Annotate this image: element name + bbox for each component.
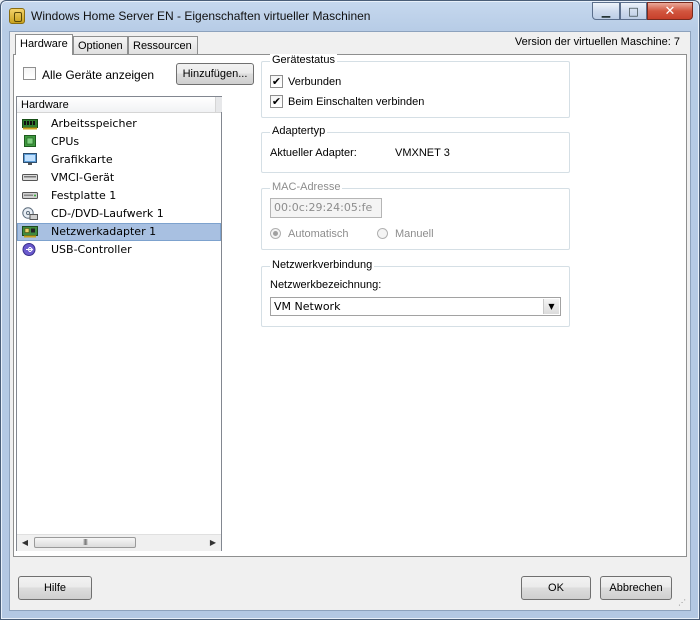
mac-address-group: MAC-Adresse 00:0c:29:24:05:fe Automatisc… [261,181,570,250]
cpu-icon [24,135,36,147]
memory-icon [22,119,38,130]
mac-address-legend: MAC-Adresse [270,181,343,193]
network-adapter-icon [22,226,38,238]
minimize-button[interactable]: ▁ [592,2,620,20]
list-item-arbeitsspeicher[interactable]: Arbeitsspeicher [17,115,221,133]
horizontal-scrollbar[interactable]: ◀ III ▶ [17,534,221,551]
vmci-device-icon [22,174,38,181]
window-title: Windows Home Server EN - Eigenschaften v… [31,9,371,23]
minimize-icon: ▁ [601,4,611,18]
device-status-group: Gerätestatus ✔ Verbunden ✔ Beim Einschal… [261,54,570,118]
ok-button[interactable]: OK [521,576,591,600]
list-item-festplatte[interactable]: Festplatte 1 [17,187,221,205]
usb-icon [22,243,36,256]
list-item-label: VMCI-Gerät [51,171,115,184]
monitor-icon [23,153,37,165]
dialog-window: Windows Home Server EN - Eigenschaften v… [0,0,700,620]
tab-options[interactable]: Optionen [73,36,128,54]
hard-disk-icon [22,192,38,199]
list-item-netzwerkadapter[interactable]: Netzwerkadapter 1 [17,223,221,241]
checkmark-icon: ✔ [271,75,282,88]
list-item-label: CPUs [51,135,80,148]
tab-hardware[interactable]: Hardware [15,34,73,55]
close-icon: ✕ [664,3,676,19]
cd-dvd-drive-icon [22,207,38,220]
connected-checkbox[interactable]: ✔ [270,75,283,88]
tab-resources[interactable]: Ressourcen [128,36,198,54]
show-all-devices-label[interactable]: Alle Geräte anzeigen [42,68,154,82]
scroll-right-arrow-icon[interactable]: ▶ [208,538,218,548]
vm-version-label: Version der virtuellen Maschine: 7 [514,36,680,48]
network-label-value: VM Network [274,300,341,313]
title-bar[interactable]: Windows Home Server EN - Eigenschaften v… [1,1,699,31]
mac-auto-radio [270,228,281,239]
network-connection-group: Netzwerkverbindung Netzwerkbezeichnung: … [261,259,570,327]
adapter-type-legend: Adaptertyp [270,125,328,137]
list-item-grafikkarte[interactable]: Grafikkarte [17,151,221,169]
hardware-column-label: Hardware [21,99,69,111]
connect-on-power-checkbox[interactable]: ✔ [270,95,283,108]
mac-manual-radio [377,228,388,239]
list-item-label: CD-/DVD-Laufwerk 1 [51,207,164,220]
list-item-usb-controller[interactable]: USB-Controller [17,241,221,259]
maximize-button[interactable]: □ [620,2,647,20]
hardware-tab-page: Alle Geräte anzeigen Hinzufügen... Hardw… [13,54,687,557]
current-adapter-value: VMXNET 3 [395,147,450,159]
dialog-client-area: Hardware Optionen Ressourcen Version der… [9,31,691,611]
mac-address-field: 00:0c:29:24:05:fe [270,198,382,218]
vm-app-icon [9,8,25,24]
hardware-list-header[interactable]: Hardware [17,97,222,113]
list-item-label: Arbeitsspeicher [51,117,137,130]
mac-auto-label: Automatisch [288,228,349,240]
cancel-button[interactable]: Abbrechen [600,576,672,600]
list-item-cd-dvd[interactable]: CD-/DVD-Laufwerk 1 [17,205,221,223]
maximize-icon: □ [628,4,639,18]
list-item-vmci-geraet[interactable]: VMCI-Gerät [17,169,221,187]
column-resize-handle[interactable] [215,97,222,112]
network-label-caption: Netzwerkbezeichnung: [270,279,382,291]
device-status-legend: Gerätestatus [270,54,337,66]
list-item-label: USB-Controller [51,243,132,256]
resize-grip-icon[interactable]: ⋰ [678,598,688,608]
chevron-down-icon[interactable]: ▼ [543,299,559,314]
show-all-devices-checkbox[interactable] [23,67,36,80]
list-item-label: Grafikkarte [51,153,113,166]
scroll-left-arrow-icon[interactable]: ◀ [20,538,30,548]
mac-manual-label: Manuell [395,228,434,240]
network-label-select[interactable]: VM Network ▼ [270,297,561,316]
close-button[interactable]: ✕ [647,2,693,20]
connect-on-power-label[interactable]: Beim Einschalten verbinden [288,96,424,108]
network-connection-legend: Netzwerkverbindung [270,259,375,271]
list-item-cpus[interactable]: CPUs [17,133,221,151]
help-button[interactable]: Hilfe [18,576,92,600]
adapter-type-group: Adaptertyp Aktueller Adapter: VMXNET 3 [261,125,570,173]
checkmark-icon: ✔ [271,95,282,108]
current-adapter-label: Aktueller Adapter: [270,147,357,159]
list-item-label: Netzwerkadapter 1 [51,225,157,238]
list-item-label: Festplatte 1 [51,189,117,202]
connected-label[interactable]: Verbunden [288,76,341,88]
hardware-list: Hardware Arbeitsspeicher CPUs Grafikkart… [16,96,222,551]
scrollbar-thumb[interactable]: III [34,537,136,548]
add-hardware-button[interactable]: Hinzufügen... [176,63,254,85]
